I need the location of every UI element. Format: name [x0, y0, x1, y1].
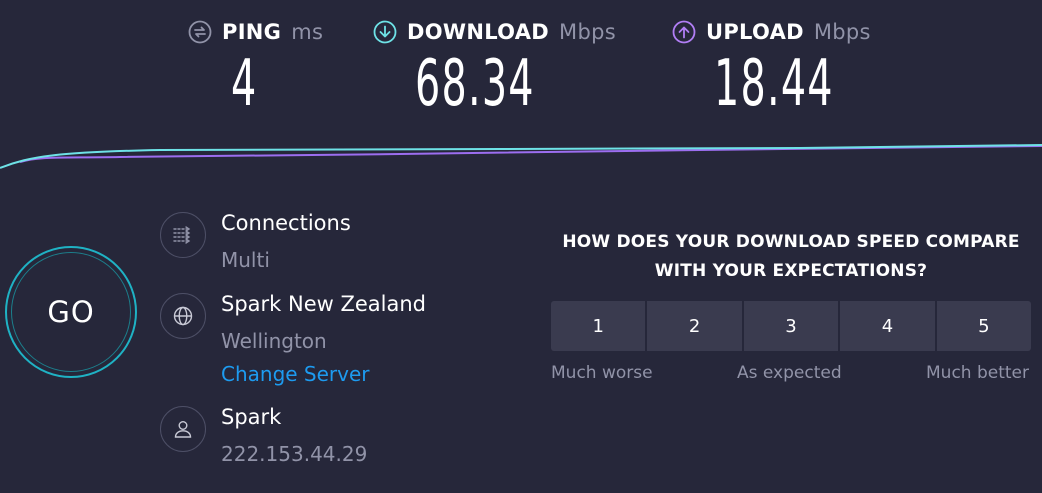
download-metric: DOWNLOAD Mbps 68.34 — [373, 20, 616, 120]
server-name: Spark New Zealand — [221, 292, 426, 316]
isp-name: Spark — [221, 405, 282, 429]
change-server-link[interactable]: Change Server — [221, 362, 370, 386]
rating-mid-label: As expected — [737, 363, 842, 383]
survey-question: HOW DOES YOUR DOWNLOAD SPEED COMPARE WIT… — [562, 232, 1020, 281]
rating-button-2[interactable]: 2 — [647, 301, 744, 351]
rating-scale: 1 2 3 4 5 — [551, 301, 1031, 351]
download-arrow-icon — [373, 20, 397, 44]
ping-icon — [188, 20, 212, 44]
download-value: 68.34 — [415, 47, 535, 121]
rating-low-label: Much worse — [551, 363, 653, 383]
download-unit: Mbps — [559, 20, 616, 44]
server-location: Wellington — [221, 329, 327, 353]
upload-arrow-icon — [672, 20, 696, 44]
upload-metric: UPLOAD Mbps 18.44 — [672, 20, 907, 120]
connections-title: Connections — [221, 211, 351, 235]
isp-ip-address: 222.153.44.29 — [221, 442, 368, 466]
upload-header: UPLOAD Mbps — [672, 20, 907, 44]
download-header: DOWNLOAD Mbps — [373, 20, 616, 44]
go-button[interactable]: GO — [5, 246, 137, 378]
rating-button-5[interactable]: 5 — [936, 301, 1031, 351]
ping-unit: ms — [291, 20, 324, 44]
ping-header: PING ms — [188, 20, 323, 44]
upload-value: 18.44 — [714, 47, 834, 121]
rating-button-3[interactable]: 3 — [743, 301, 841, 351]
upload-label: UPLOAD — [706, 20, 804, 44]
user-icon — [160, 406, 206, 452]
ping-value: 4 — [231, 47, 258, 121]
rating-button-1[interactable]: 1 — [551, 301, 648, 351]
ping-label: PING — [222, 20, 282, 44]
go-button-label: GO — [47, 295, 95, 329]
connections-icon[interactable] — [160, 212, 206, 258]
upload-unit: Mbps — [813, 20, 871, 44]
connections-value: Multi — [221, 248, 270, 272]
ping-metric: PING ms 4 — [188, 20, 323, 120]
rating-button-4[interactable]: 4 — [840, 301, 937, 351]
rating-high-label: Much better — [926, 363, 1029, 383]
globe-icon — [160, 293, 206, 339]
download-label: DOWNLOAD — [407, 20, 550, 44]
speed-graph — [0, 144, 1042, 169]
